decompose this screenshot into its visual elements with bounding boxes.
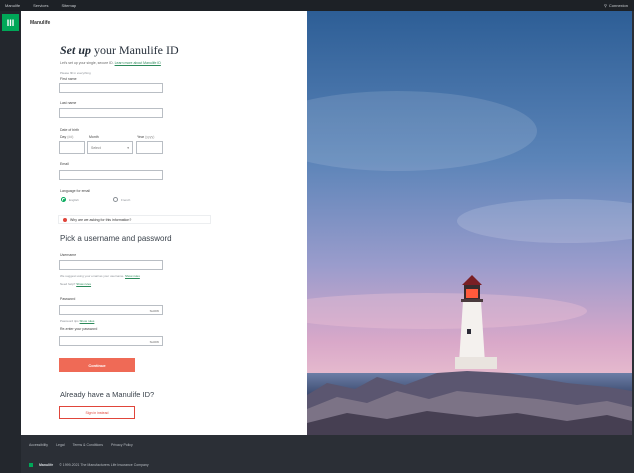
password-hint: Password tips Show rules — [60, 319, 95, 323]
username-hint: We suggest using your email as your user… — [60, 274, 140, 278]
month-label: Month — [89, 135, 99, 139]
password-label: Password — [60, 297, 76, 301]
last-name-label: Last name — [60, 101, 77, 105]
year-label: Year (yyyy) — [137, 135, 155, 139]
reenter-password-field[interactable]: SHOW — [59, 336, 163, 346]
dob-label: Date of birth — [60, 128, 80, 132]
username-field[interactable] — [59, 260, 163, 270]
footer: Accessibility Legal Terms & Conditions P… — [21, 435, 632, 473]
chevron-down-icon: ▾ — [127, 145, 129, 150]
first-name-label: First name — [60, 77, 77, 81]
top-nav-bar: Manulife Services Sitemap ⚲ Connexion — [0, 0, 634, 11]
month-select[interactable]: Select ▾ — [87, 141, 133, 154]
password-rules-link[interactable]: Show rules — [80, 319, 95, 323]
footer-link-accessibility[interactable]: Accessibility — [29, 443, 48, 447]
footer-link-privacy[interactable]: Privacy Policy — [111, 443, 133, 447]
radio-french[interactable] — [113, 197, 118, 202]
title-italic: Set up — [60, 43, 92, 57]
page-title: Set up your Manulife ID — [60, 43, 179, 58]
day-field[interactable] — [59, 141, 85, 154]
alert-icon — [63, 217, 67, 222]
brand-name: Manulife — [30, 20, 51, 26]
password-show-toggle[interactable]: SHOW — [150, 309, 159, 313]
lighthouse-photo — [307, 11, 632, 435]
info-notice[interactable]: Why are we asking for this information? — [58, 215, 211, 224]
password-field[interactable]: SHOW — [59, 305, 163, 315]
already-have-id-title: Already have a Manulife ID? — [60, 390, 155, 399]
username-rules-link[interactable]: Show rules — [125, 274, 140, 278]
user-icon: ⚲ — [603, 3, 607, 8]
first-name-field[interactable] — [59, 83, 163, 93]
email-field[interactable] — [59, 170, 163, 180]
learn-more-link[interactable]: Learn more about Manulife ID — [115, 61, 161, 65]
section-username-title: Pick a username and password — [60, 234, 172, 243]
day-label: Day (dd) — [60, 135, 74, 139]
footer-copyright: © 1999-2021 The Manufacturers Life Insur… — [59, 463, 149, 467]
username-help-link[interactable]: Show rules — [76, 282, 91, 286]
connexion-label: Connexion — [608, 3, 628, 8]
email-label: Email — [60, 162, 69, 166]
year-field[interactable] — [136, 141, 163, 154]
last-name-field[interactable] — [59, 108, 163, 118]
top-nav-item-sitemap[interactable]: Sitemap — [61, 3, 76, 8]
reenter-show-toggle[interactable]: SHOW — [150, 340, 159, 344]
signup-panel: Manulife Set up your Manulife ID Let's s… — [21, 11, 307, 435]
manulife-logo-icon[interactable]: III — [2, 14, 19, 31]
radio-english-label: English — [69, 198, 79, 202]
title-rest: your Manulife ID — [94, 43, 179, 57]
radio-english[interactable] — [61, 197, 66, 202]
left-rail — [0, 11, 21, 473]
continue-button[interactable]: Continue — [59, 358, 135, 372]
top-nav-item-manulife[interactable]: Manulife — [5, 3, 20, 8]
top-nav-item-services[interactable]: Services — [33, 3, 48, 8]
username-label: Username — [60, 253, 77, 257]
footer-link-legal[interactable]: Legal — [56, 443, 65, 447]
radio-french-label: French — [121, 198, 131, 202]
footer-logo-icon — [29, 463, 33, 467]
footer-brand: Manulife — [39, 463, 54, 467]
footer-link-terms[interactable]: Terms & Conditions — [73, 443, 103, 447]
username-help: Need help? Show rules — [60, 282, 92, 286]
required-note: Please fill in everything — [60, 71, 91, 75]
sign-in-button[interactable]: Sign in instead — [59, 406, 135, 419]
reenter-password-label: Re-enter your password — [60, 327, 98, 331]
language-label: Language for email — [60, 189, 90, 193]
intro-text: Let's set up your single, secure ID. Lea… — [60, 61, 161, 65]
top-nav-connexion[interactable]: ⚲ Connexion — [604, 0, 628, 11]
